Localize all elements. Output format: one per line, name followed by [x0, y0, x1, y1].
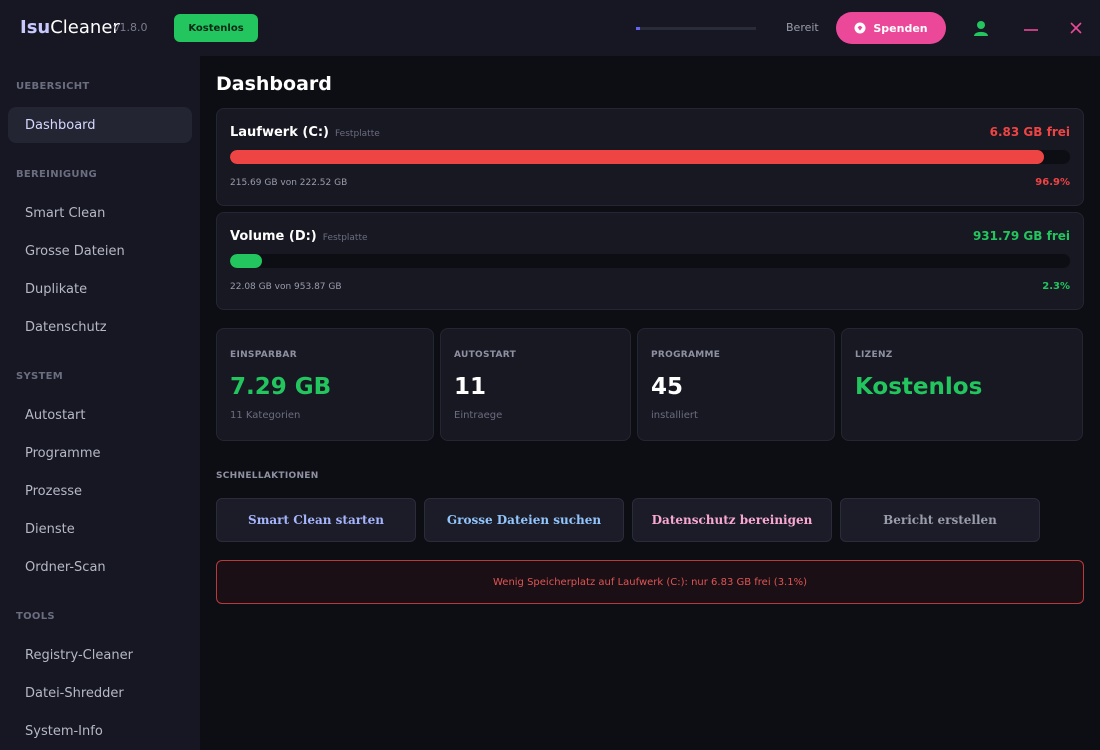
donate-icon: [854, 22, 866, 34]
stat-value: Kostenlos: [855, 374, 983, 400]
drive-usage-text: 215.69 GB von 222.52 GB: [230, 178, 348, 188]
drive-card-c: Laufwerk (C:) Festplatte 6.83 GB frei 215…: [216, 108, 1084, 206]
drive-usage-bar: [230, 254, 1070, 268]
sidebar-item-programs[interactable]: Programme: [8, 435, 192, 471]
large-files-search-button[interactable]: Grosse Dateien suchen: [424, 498, 624, 542]
sidebar-item-smart-clean[interactable]: Smart Clean: [8, 195, 192, 231]
sidebar-item-privacy[interactable]: Datenschutz: [8, 309, 192, 345]
sidebar-item-autostart[interactable]: Autostart: [8, 397, 192, 433]
sidebar-item-folder-scan[interactable]: Ordner-Scan: [8, 549, 192, 585]
sidebar-section-title: SYSTEM: [16, 371, 64, 382]
privacy-clean-button[interactable]: Datenschutz bereinigen: [632, 498, 832, 542]
smart-clean-button[interactable]: Smart Clean starten: [216, 498, 416, 542]
stat-card-license: LIZENZ Kostenlos: [841, 328, 1083, 441]
donate-button[interactable]: Spenden: [836, 12, 946, 44]
quick-actions-title: SCHNELLAKTIONEN: [216, 471, 319, 481]
drive-usage-bar: [230, 150, 1070, 164]
drive-usage-percent: 96.9%: [1035, 177, 1070, 188]
drive-usage-fill: [230, 254, 262, 268]
stat-sub: 11 Kategorien: [230, 410, 301, 421]
sidebar-item-system-info[interactable]: System-Info: [8, 713, 192, 749]
sidebar-item-duplicates[interactable]: Duplikate: [8, 271, 192, 307]
minimize-icon[interactable]: [1022, 20, 1040, 38]
sidebar-item-large-files[interactable]: Grosse Dateien: [8, 233, 192, 269]
sidebar-item-processes[interactable]: Prozesse: [8, 473, 192, 509]
drive-card-d: Volume (D:) Festplatte 931.79 GB frei 22.…: [216, 212, 1084, 310]
stat-card-autostart: AUTOSTART 11 Eintraege: [440, 328, 631, 441]
stat-sub: installiert: [651, 410, 698, 421]
stat-sub: Eintraege: [454, 410, 503, 421]
drive-free-space: 6.83 GB frei: [989, 125, 1070, 139]
sidebar-item-registry-cleaner[interactable]: Registry-Cleaner: [8, 637, 192, 673]
stat-label: LIZENZ: [855, 350, 893, 360]
plan-badge[interactable]: Kostenlos: [174, 14, 258, 42]
stat-value: 11: [454, 374, 487, 400]
close-icon[interactable]: [1068, 20, 1084, 36]
drive-type: Festplatte: [335, 129, 380, 139]
status-progress-bar: [636, 27, 756, 30]
donate-label: Spenden: [873, 21, 928, 35]
drive-name: Volume (D:) Festplatte: [230, 229, 368, 244]
title-bar: IsuCleaner v1.8.0 Kostenlos Bereit Spend…: [0, 0, 1100, 56]
stat-card-programs: PROGRAMME 45 installiert: [637, 328, 835, 441]
status-text: Bereit: [786, 21, 819, 34]
user-icon[interactable]: [972, 19, 990, 37]
stat-label: PROGRAMME: [651, 350, 721, 360]
create-report-button[interactable]: Bericht erstellen: [840, 498, 1040, 542]
drive-usage-fill: [230, 150, 1044, 164]
sidebar-section-title: TOOLS: [16, 611, 55, 622]
sidebar-item-services[interactable]: Dienste: [8, 511, 192, 547]
low-disk-space-alert: Wenig Speicherplatz auf Laufwerk (C:): n…: [216, 560, 1084, 604]
sidebar-item-dashboard[interactable]: Dashboard: [8, 107, 192, 143]
drive-usage-text: 22.08 GB von 953.87 GB: [230, 282, 342, 292]
stat-label: EINSPARBAR: [230, 350, 297, 360]
stat-label: AUTOSTART: [454, 350, 517, 360]
drive-free-space: 931.79 GB frei: [972, 229, 1070, 243]
sidebar-item-file-shredder[interactable]: Datei-Shredder: [8, 675, 192, 711]
sidebar-section-title: UEBERSICHT: [16, 81, 90, 92]
main-content: Dashboard Laufwerk (C:) Festplatte 6.83 G…: [200, 56, 1100, 750]
sidebar: UEBERSICHT Dashboard BEREINIGUNG Smart C…: [0, 56, 200, 750]
drive-usage-percent: 2.3%: [1042, 281, 1070, 292]
stat-card-savings: EINSPARBAR 7.29 GB 11 Kategorien: [216, 328, 434, 441]
drive-type: Festplatte: [322, 233, 368, 243]
stat-value: 7.29 GB: [230, 374, 332, 400]
page-title: Dashboard: [216, 73, 332, 95]
app-logo: IsuCleaner: [20, 17, 120, 38]
status-progress-fill: [636, 27, 640, 30]
stat-value: 45: [651, 374, 684, 400]
drive-name: Laufwerk (C:) Festplatte: [230, 125, 380, 140]
sidebar-section-title: BEREINIGUNG: [16, 169, 98, 180]
app-version: v1.8.0: [113, 21, 148, 34]
